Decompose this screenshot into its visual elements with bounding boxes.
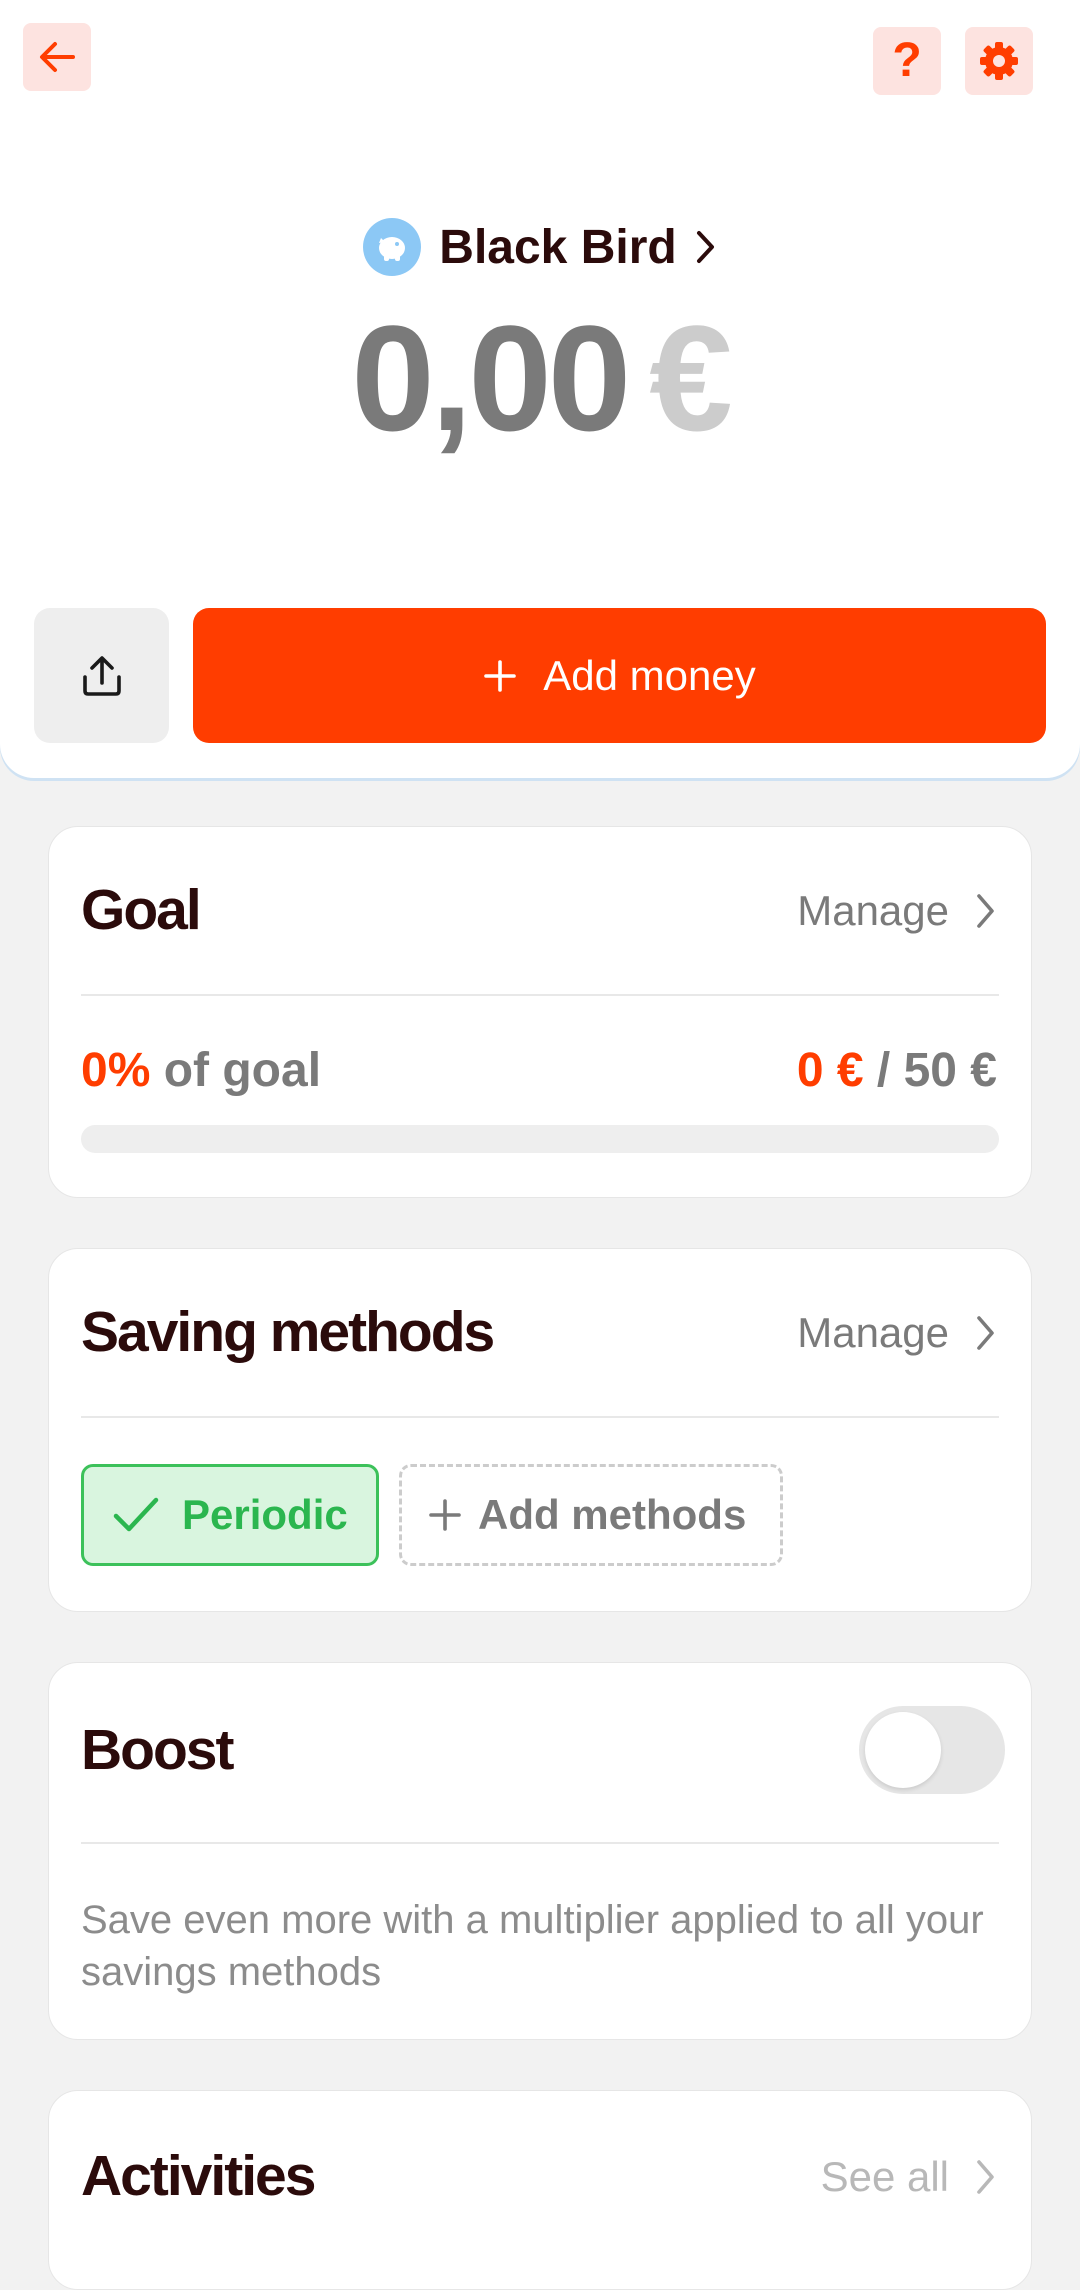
activities-card: Activities See all: [48, 2090, 1032, 2290]
balance-display: 0,00 €: [0, 298, 1080, 458]
plus-icon: [484, 659, 517, 692]
share-button[interactable]: [34, 608, 169, 743]
goal-progress-bar: [81, 1125, 999, 1153]
share-icon: [82, 655, 121, 696]
settings-button[interactable]: [965, 27, 1033, 95]
add-methods-button[interactable]: Add methods: [399, 1464, 783, 1566]
goal-percent: 0%: [81, 1044, 151, 1097]
help-button[interactable]: ?: [873, 27, 941, 95]
goal-manage-label: Manage: [797, 887, 949, 934]
goal-target-amount: 50 €: [903, 1044, 997, 1097]
saving-method-label: Periodic: [182, 1491, 348, 1538]
boost-description: Save even more with a multiplier applied…: [81, 1898, 984, 1994]
goal-separator: /: [863, 1044, 904, 1097]
saving-methods-title: Saving methods: [81, 1300, 495, 1364]
chevron-right-icon: [696, 231, 714, 263]
goal-current-amount: 0 €: [796, 1044, 864, 1097]
help-icon: ?: [892, 34, 922, 87]
piggy-bank-icon: [363, 218, 422, 276]
activities-title: Activities: [81, 2144, 316, 2208]
gear-icon: [980, 42, 1018, 80]
saving-methods-card: Saving methods Manage Periodic Add metho…: [48, 1248, 1032, 1612]
goal-card: Goal Manage 0% of goal 0 € / 50 €: [48, 826, 1032, 1198]
divider: [81, 1416, 999, 1418]
chevron-right-icon: [977, 894, 994, 928]
divider: [81, 1842, 999, 1844]
toggle-knob: [865, 1712, 941, 1788]
goal-percent-suffix: of goal: [150, 1044, 322, 1097]
goal-amount-text: 0 € / 50 €: [797, 1043, 997, 1098]
saving-methods-manage-link[interactable]: Manage: [797, 1309, 997, 1357]
goal-manage-link[interactable]: Manage: [797, 887, 997, 935]
add-methods-label: Add methods: [478, 1491, 747, 1538]
boost-title: Boost: [81, 1718, 234, 1782]
boost-card: Boost Save even more with a multiplier a…: [48, 1662, 1032, 2040]
boost-toggle[interactable]: [859, 1706, 1005, 1794]
goal-title: Goal: [81, 878, 202, 942]
goal-percent-text: 0% of goal: [81, 1043, 321, 1098]
arrow-left-icon: [40, 42, 75, 72]
add-money-label: Add money: [543, 651, 756, 699]
saving-method-chip-periodic[interactable]: Periodic: [81, 1464, 379, 1566]
chevron-right-icon: [977, 1316, 994, 1350]
chevron-right-icon: [977, 2160, 994, 2194]
account-name: Black Bird: [439, 220, 677, 274]
account-selector[interactable]: Black Bird: [0, 212, 1080, 282]
saving-methods-manage-label: Manage: [797, 1309, 949, 1356]
balance-currency: €: [649, 294, 732, 462]
divider: [81, 994, 999, 996]
add-money-button[interactable]: Add money: [193, 608, 1046, 743]
plus-icon: [429, 1499, 461, 1531]
account-header-panel: ? Black Bird 0,00 € Add money: [0, 0, 1080, 778]
checkmark-icon: [113, 1497, 159, 1532]
balance-amount: 0,00: [351, 294, 631, 462]
back-button[interactable]: [23, 23, 91, 91]
